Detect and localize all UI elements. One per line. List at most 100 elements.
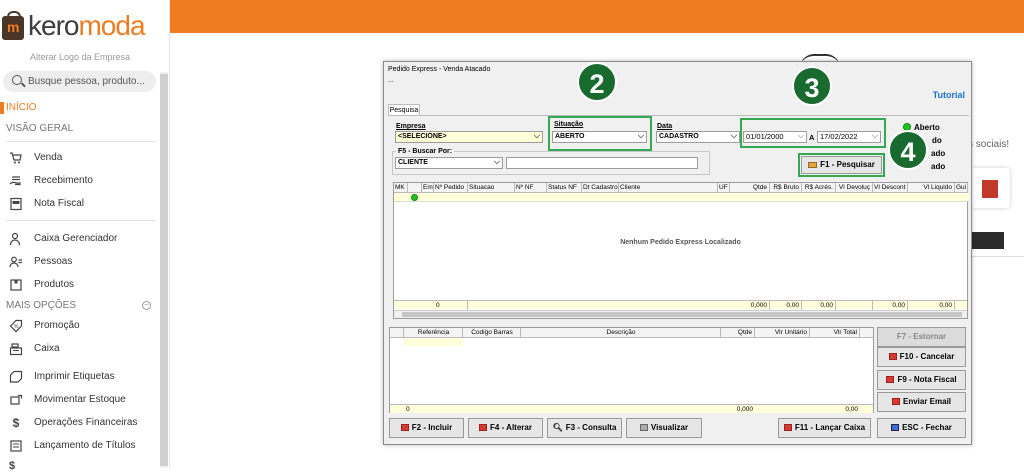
col-header[interactable]: Vlr Unitário [755,328,810,338]
nota-fiscal-button[interactable]: F9 - Nota Fiscal [877,370,966,390]
cancelar-label: F10 - Cancelar [899,352,955,361]
enviar-email-button[interactable]: Enviar Email [877,392,966,412]
sidebar: m keromoda Alterar Logo da Empresa Busqu… [0,0,170,472]
col-header[interactable]: MK [394,183,408,193]
divider [6,220,156,221]
col-header[interactable]: R$ Bruto [770,183,802,193]
lancar-caixa-button[interactable]: F11 - Lançar Caixa [778,418,871,438]
kero-moda-logo[interactable]: m keromoda [2,10,166,42]
col-header[interactable]: Qtde [721,328,755,338]
col-header[interactable]: Cliente [619,183,718,193]
visualizar-button[interactable]: Visualizar [626,418,702,438]
radio-aberto-label: Aberto [914,123,940,132]
col-header[interactable]: Emp [422,183,434,193]
grid-scroll-thumb[interactable] [402,312,962,317]
sidebar-item-label: Promoção [34,320,80,331]
footer-devol [836,301,873,310]
sidebar-item-promocao[interactable]: % Promoção [0,317,160,335]
sidebar-item-nota-fiscal[interactable]: Nota Fiscal [0,195,160,213]
col-header[interactable]: Nº Pedido [434,183,468,193]
logo-text-kero: kero [28,10,79,41]
sidebar-item-label: Venda [34,152,63,163]
cart-icon [9,151,23,165]
sidebar-item-label: Lançamento de Títulos [34,440,136,451]
radio-option-3-label[interactable]: ado [931,149,945,158]
window-subtitle: ... [388,77,394,84]
shopping-bag-icon: m [2,11,24,40]
itens-grid[interactable]: Referência Codigo Barras Descrição Qtde … [389,327,874,413]
search-input[interactable]: Busque pessoa, produto... [3,71,156,92]
col-header[interactable]: Qtde [730,183,770,193]
empresa-label: Empresa [396,123,426,130]
col-header[interactable]: UF [718,183,730,193]
footer-total: 0,00 [845,406,858,413]
grid-hscrollbar[interactable] [394,310,967,318]
radio-option-2-label[interactable]: do [932,136,942,145]
sidebar-item-lancamento-titulos[interactable]: Lançamento de Títulos [0,437,160,455]
consulta-button[interactable]: 🔍︎ F3 - Consulta [547,418,622,438]
alterar-button[interactable]: F4 - Alterar [468,418,543,438]
background-button[interactable] [970,232,1004,249]
col-header[interactable]: Situacao [468,183,515,193]
active-indicator [0,102,4,114]
sidebar-item-label: Movimentar Estoque [34,394,126,405]
dollar-icon: $ [9,460,16,472]
col-header[interactable]: Vl Descont [873,183,908,193]
nav-inicio[interactable]: INÍCIO [6,102,37,113]
table-row[interactable] [394,193,969,202]
data-label: Data [657,123,673,130]
minus-circle-icon[interactable]: − [142,301,151,310]
col-header[interactable]: Vlr Total [810,328,860,338]
footer-desc: 0,00 [873,301,908,310]
radio-option-4-label[interactable]: ado [931,162,945,171]
data-type-select[interactable]: CADASTRO [656,131,740,143]
sidebar-item-pessoas[interactable]: Pessoas [0,253,160,271]
sidebar-item-label: Pessoas [34,256,73,267]
sidebar-item-imprimir-etiquetas[interactable]: Imprimir Etiquetas [0,368,160,386]
sidebar-item-caixa-gerenciador[interactable]: Caixa Gerenciador [0,230,160,248]
invoice-icon [9,197,23,211]
empty-grid-message: Nenhum Pedido Express Localizado [620,239,741,246]
title-icon [9,439,23,453]
sidebar-item-movimentar-estoque[interactable]: Movimentar Estoque [0,391,160,409]
incluir-button[interactable]: F2 - Incluir [389,418,464,438]
cancelar-button[interactable]: F10 - Cancelar [877,347,966,367]
section-mais-opcoes[interactable]: MAIS OPÇÕES [6,300,76,311]
sidebar-item-caixa[interactable]: Caixa [0,340,160,358]
col-header[interactable]: Vl Liquido [908,183,955,193]
col-header[interactable]: Codigo Barras [463,328,521,338]
col-header[interactable] [408,183,422,193]
col-header[interactable] [390,328,404,338]
cash-register-icon [9,342,23,356]
sidebar-item-recebimento[interactable]: Recebimento [0,172,160,190]
grid-footer: 0 0,000 0,00 0,00 0,00 0,00 [394,300,967,310]
col-header[interactable]: Descrição [521,328,721,338]
fechar-button[interactable]: ESC - Fechar [877,418,966,438]
buscar-por-select[interactable]: CLIENTE [395,157,503,169]
window-title: Pedido Express - Venda Atacado [388,66,491,73]
sidebar-item-operacoes-financeiras[interactable]: $ Operações Financeiras [0,414,160,432]
estornar-button[interactable]: F7 - Estornar [877,327,966,347]
table-row[interactable] [404,338,463,346]
empresa-select[interactable]: <SELECIONE> [395,131,543,143]
background-text: s sociais! [968,139,1010,150]
sidebar-item-venda[interactable]: Venda [0,149,160,167]
col-header[interactable]: Referência [404,328,463,338]
footer-count: 0 [406,406,410,413]
buscar-text-input[interactable] [506,157,698,169]
footer-qtde: 0,000 [730,301,770,310]
sidebar-scroll-thumb[interactable] [160,74,168,466]
tutorial-link[interactable]: Tutorial [933,90,965,100]
col-header[interactable]: Nº NF [515,183,547,193]
consulta-label: F3 - Consulta [565,423,617,432]
dollar-icon: $ [12,416,20,430]
sidebar-item-produtos[interactable]: Produtos [0,276,160,294]
col-header[interactable]: Dt Cadastro [582,183,619,193]
col-header[interactable]: Vl Devoluç [836,183,873,193]
pedidos-grid[interactable]: MK Emp Nº Pedido Situacao Nº NF Status N… [393,182,969,319]
col-header[interactable]: Status NF [547,183,582,193]
footer-liq: 0,00 [908,301,955,310]
col-header[interactable]: R$ Acrés. [802,183,836,193]
col-header[interactable]: Gui [955,183,968,193]
change-logo-link[interactable]: Alterar Logo da Empresa [0,52,160,62]
